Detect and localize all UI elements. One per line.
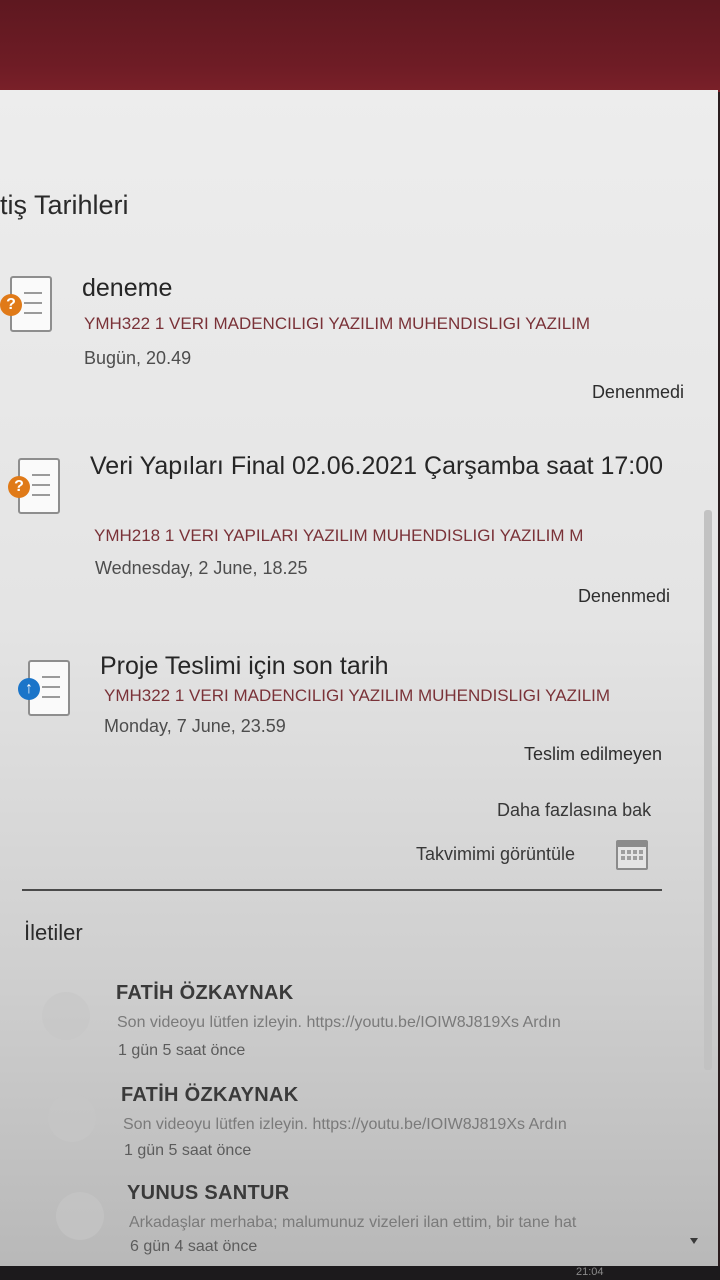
assignment-icon: ↑ <box>18 660 70 718</box>
scrollbar[interactable] <box>704 510 712 1070</box>
event-status: Denenmedi <box>591 382 684 402</box>
app-top-bar <box>0 0 720 92</box>
event-name[interactable]: Proje Teslimi için son tarih <box>100 650 680 682</box>
view-calendar-link[interactable]: Takvimimi görüntüle <box>416 844 575 865</box>
message-preview[interactable]: Son videoyu lütfen izleyin. https://yout… <box>117 1014 677 1032</box>
avatar <box>42 992 90 1040</box>
dashboard-panel: itiş Tarihleri ? deneme YMH322 1 VERI MA… <box>0 90 718 1270</box>
event-course[interactable]: YMH322 1 VERI MADENCILIGI YAZILIM MUHEND… <box>104 686 678 706</box>
message-preview[interactable]: Arkadaşlar merhaba; malumunuz vizeleri i… <box>129 1214 685 1232</box>
event-date: Monday, 7 June, 23.59 <box>104 716 286 736</box>
taskbar-strip <box>0 1266 720 1280</box>
message-author[interactable]: FATİH ÖZKAYNAK <box>121 1084 299 1107</box>
upcoming-deadlines-title: itiş Tarihleri <box>0 190 129 220</box>
event-course[interactable]: YMH322 1 VERI MADENCILIGI YAZILIM MUHEND… <box>84 314 702 334</box>
event-date: Wednesday, 2 June, 18.25 <box>95 558 308 578</box>
event-date: Bugün, 20.49 <box>84 348 192 368</box>
section-divider <box>22 889 662 891</box>
message-preview[interactable]: Son videoyu lütfen izleyin. https://yout… <box>123 1116 683 1134</box>
message-author[interactable]: YUNUS SANTUR <box>127 1182 290 1205</box>
calendar-icon[interactable] <box>616 840 648 870</box>
message-time: 1 gün 5 saat önce <box>118 1042 246 1059</box>
avatar <box>56 1192 104 1240</box>
see-more-link[interactable]: Daha fazlasına bak <box>497 800 651 821</box>
message-author[interactable]: FATİH ÖZKAYNAK <box>116 982 294 1005</box>
message-time: 1 gün 5 saat önce <box>124 1142 252 1159</box>
event-status: Teslim edilmeyen <box>523 744 662 764</box>
quiz-icon: ? <box>8 458 60 516</box>
message-time: 6 gün 4 saat önce <box>130 1238 258 1255</box>
avatar <box>48 1094 96 1142</box>
quiz-icon: ? <box>0 276 52 334</box>
messages-title: İletiler <box>24 920 83 945</box>
scroll-down-arrow-icon[interactable] <box>690 1238 698 1244</box>
event-status: Denenmedi <box>577 586 670 606</box>
event-name[interactable]: deneme <box>82 272 682 304</box>
event-course[interactable]: YMH218 1 VERI YAPILARI YAZILIM MUHENDISL… <box>94 526 686 546</box>
system-clock: 21:04 <box>576 1266 604 1278</box>
event-name[interactable]: Veri Yapıları Final 02.06.2021 Çarşamba … <box>90 450 690 482</box>
